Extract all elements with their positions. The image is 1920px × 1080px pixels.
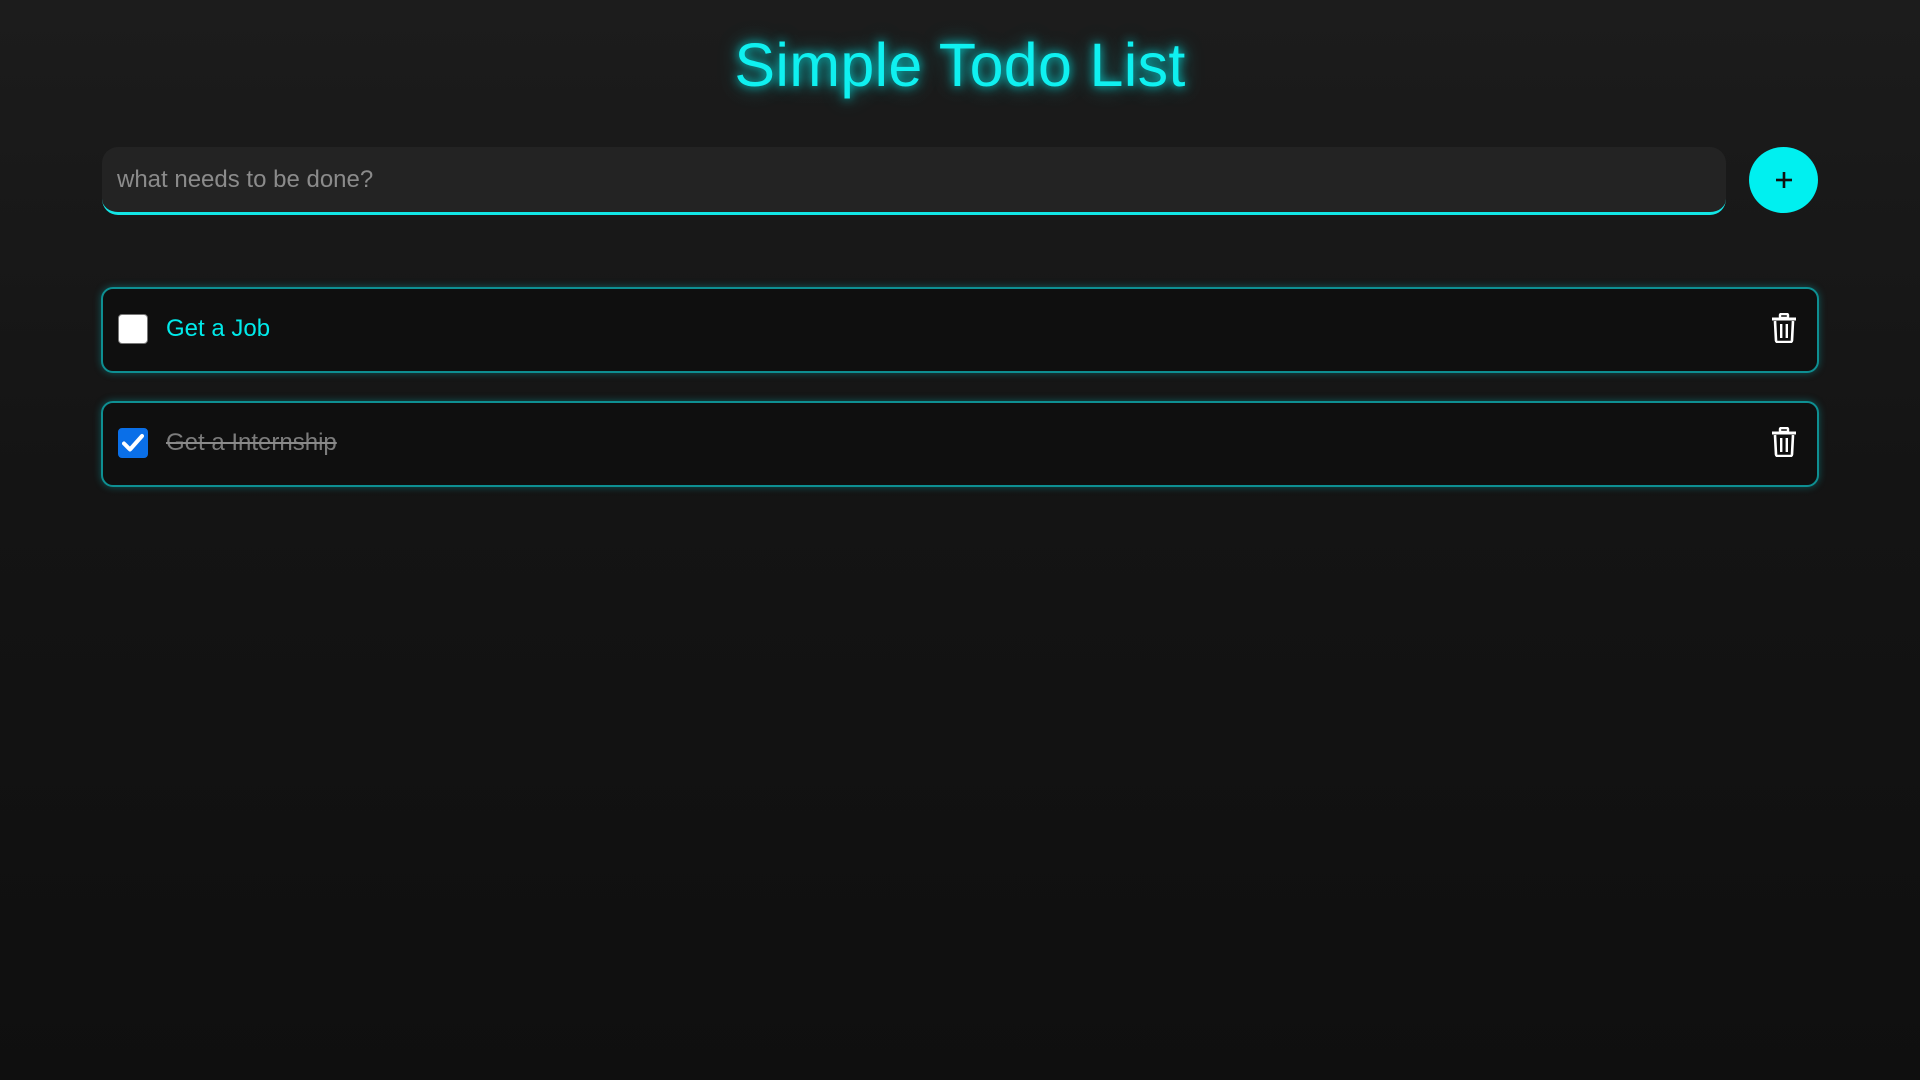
todo-checkbox[interactable] [118, 314, 148, 344]
todo-list: Get a Job Get a Internship [101, 287, 1819, 515]
page-title: Simple Todo List [734, 31, 1186, 99]
trash-icon [1772, 427, 1796, 457]
checkmark-icon [122, 434, 144, 452]
add-button[interactable] [1749, 147, 1818, 213]
plus-icon [1775, 172, 1792, 188]
todo-input[interactable] [102, 147, 1726, 215]
delete-button[interactable] [1769, 310, 1799, 346]
trash-icon [1772, 313, 1796, 343]
todo-text: Get a Internship [166, 429, 337, 456]
todo-checkbox[interactable] [118, 428, 148, 458]
todo-text: Get a Job [166, 315, 271, 342]
delete-button[interactable] [1769, 424, 1799, 460]
add-todo-form [102, 147, 1818, 215]
todo-item: Get a Job [101, 287, 1819, 373]
todo-item: Get a Internship [101, 401, 1819, 487]
